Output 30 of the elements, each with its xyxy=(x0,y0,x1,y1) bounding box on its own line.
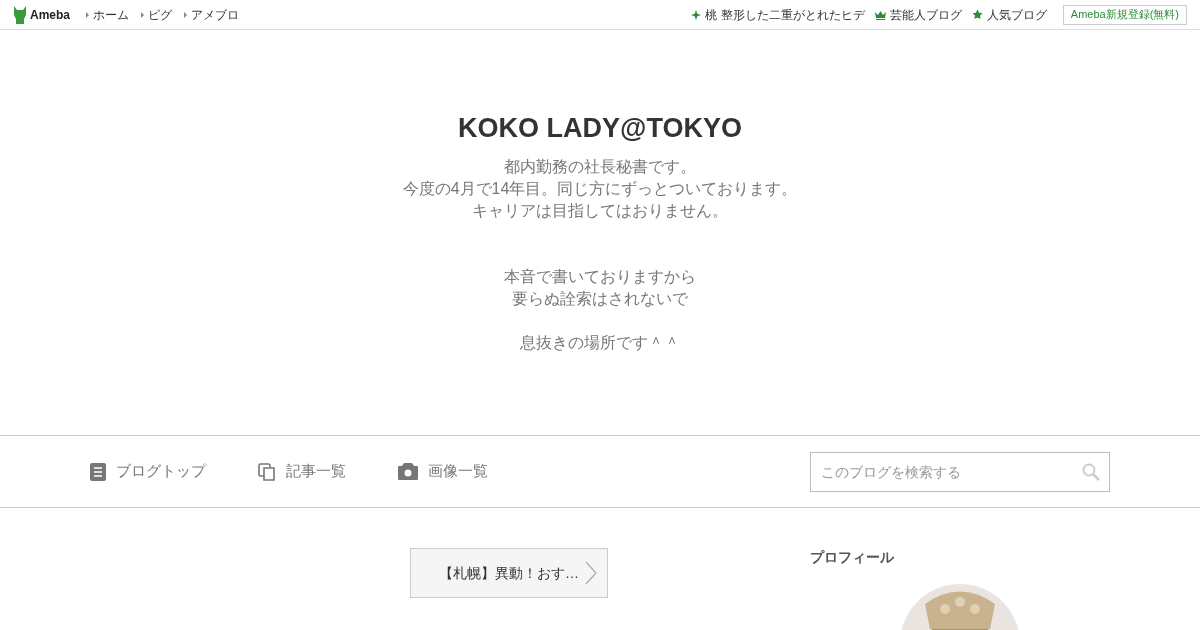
caret-icon xyxy=(86,11,89,18)
caret-icon xyxy=(141,11,144,18)
article-link[interactable]: 【札幌】異動！おす… xyxy=(410,548,608,598)
header-link[interactable]: 芸能人ブログ xyxy=(874,5,962,24)
blog-description: 都内勤務の社長秘書です。 今度の4月で14年目。同じ方にずっとついております。 キャリアは目指してはおりません。 xyxy=(402,157,798,221)
sidebar-heading: プロフィール xyxy=(810,548,895,567)
menu-link[interactable]: 画像一覧 xyxy=(398,460,488,483)
caret-icon xyxy=(184,11,187,18)
nav-link[interactable]: ピグ xyxy=(141,5,172,24)
menu-link[interactable]: 記事一覧 xyxy=(258,460,346,483)
menu-link[interactable]: ブログトップ xyxy=(90,460,206,483)
search-field[interactable]: このブログを検索する xyxy=(810,451,1110,492)
blog-title[interactable]: KOKO LADY@TOKYO xyxy=(458,110,742,146)
blog-description: 本音で書いておりますから 要らぬ詮索はされないで xyxy=(504,267,696,309)
logo-icon xyxy=(13,5,27,24)
signup-button[interactable]: Ameba新規登録(無料) xyxy=(1062,4,1187,25)
logo-text[interactable]: Ameba xyxy=(30,5,70,24)
header-link[interactable]: 人気ブログ xyxy=(971,5,1047,24)
search-icon[interactable] xyxy=(1082,462,1100,481)
crown-icon xyxy=(874,9,886,20)
camera-icon xyxy=(398,463,418,480)
nav-link[interactable]: アメブロ xyxy=(184,5,239,24)
star-icon xyxy=(971,9,983,20)
sparkle-icon xyxy=(691,9,702,20)
document-icon xyxy=(90,462,106,481)
blog-description: 息抜きの場所です＾＾ xyxy=(520,333,680,353)
chevron-icon xyxy=(585,561,597,585)
copy-icon xyxy=(258,462,276,481)
header-link[interactable]: 桃 整形した二重がとれたヒデ xyxy=(691,5,865,24)
nav-link[interactable]: ホーム xyxy=(86,5,129,24)
